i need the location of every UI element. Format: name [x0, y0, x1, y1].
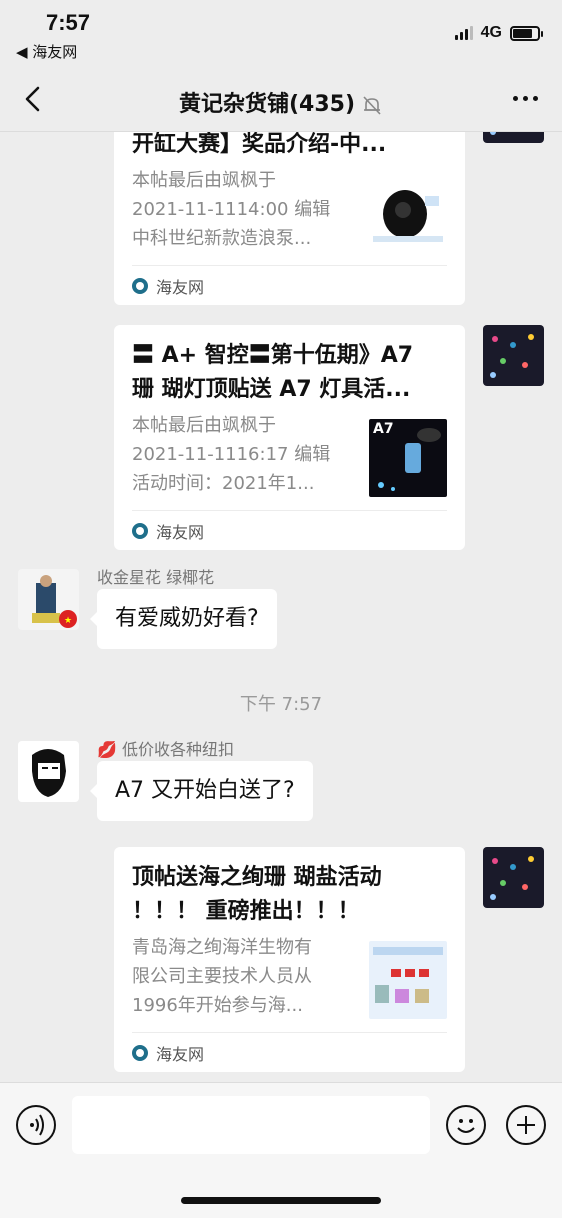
my-avatar[interactable] — [483, 847, 544, 908]
battery-icon — [510, 25, 543, 41]
my-avatar[interactable] — [483, 132, 544, 143]
back-to-app-link[interactable]: ◀ 海友网 — [16, 41, 77, 62]
source-name: 海友网 — [156, 277, 205, 297]
card-title: 开缸大赛】奖品介绍-中... — [132, 132, 387, 157]
signal-icon — [454, 26, 473, 40]
sender-avatar[interactable] — [18, 741, 79, 802]
mute-bell-icon — [363, 96, 381, 115]
status-indicators: 4G — [454, 24, 543, 42]
source-name: 海友网 — [156, 522, 205, 542]
network-type: 4G — [480, 24, 502, 41]
sender-name: 收金星花 绿椰花 — [97, 568, 215, 587]
link-card-message[interactable]: 〓 A+ 智控〓第十伍期》A7 珊 瑚灯顶贴送 A7 灯具活... 本帖最后由飒… — [114, 325, 465, 550]
card-description: 本帖最后由飒枫于 2021-11-1114:00 编辑 中科世纪新款造浪泵... — [132, 170, 331, 249]
emoji-icon[interactable] — [446, 1105, 486, 1145]
add-more-icon[interactable] — [506, 1105, 546, 1145]
link-card-message[interactable]: 开缸大赛】奖品介绍-中... 本帖最后由飒枫于 2021-11-1114:00 … — [114, 132, 465, 305]
a7-lamp-thumbnail: A7 — [369, 419, 447, 497]
message-list[interactable]: 开缸大赛】奖品介绍-中... 本帖最后由飒枫于 2021-11-1114:00 … — [0, 132, 562, 1082]
status-time: 7:57 — [46, 10, 91, 35]
voice-input-icon[interactable] — [16, 1105, 56, 1145]
text-message[interactable]: A7 又开始白送了? — [90, 761, 313, 821]
card-description: 青岛海之绚海洋生物有 限公司主要技术人员从 1996年开始参与海... — [132, 937, 312, 1016]
source-logo-icon — [132, 277, 148, 294]
source-logo-icon — [132, 522, 148, 539]
text-message[interactable]: 有爱威奶好看? — [90, 589, 277, 649]
sender-name: 💋 低价收各种纽扣 — [97, 740, 235, 759]
card-source: 海友网 — [132, 265, 447, 305]
home-indicator[interactable] — [181, 1197, 381, 1204]
card-title: 顶帖送海之绚珊 瑚盐活动 ！！！ 重磅推出！！！ — [132, 865, 382, 924]
chat-header: 黄记杂货铺(435) — [0, 66, 562, 132]
card-description: 本帖最后由飒枫于 2021-11-1116:17 编辑 活动时间：2021年1.… — [132, 415, 331, 494]
pump-thumbnail — [369, 174, 447, 252]
time-separator: 下午 7:57 — [239, 694, 323, 715]
status-bar: 7:57 ◀ 海友网 4G — [0, 0, 562, 66]
card-source: 海友网 — [132, 510, 447, 550]
sender-avatar[interactable]: ★ — [18, 569, 79, 630]
source-logo-icon — [132, 1044, 148, 1061]
more-options-icon[interactable] — [513, 96, 538, 101]
group-name: 黄记杂货铺(435) — [178, 92, 356, 117]
source-name: 海友网 — [156, 1044, 205, 1064]
chat-title: 黄记杂货铺(435) — [0, 86, 562, 118]
card-title: 〓 A+ 智控〓第十伍期》A7 珊 瑚灯顶贴送 A7 灯具活... — [132, 343, 414, 402]
card-source: 海友网 — [132, 1032, 447, 1072]
svg-text:★: ★ — [64, 616, 72, 626]
link-card-message[interactable]: 顶帖送海之绚珊 瑚盐活动 ！！！ 重磅推出！！！ 青岛海之绚海洋生物有 限公司主… — [114, 847, 465, 1072]
message-input[interactable] — [72, 1096, 430, 1154]
my-avatar[interactable] — [483, 325, 544, 386]
coral-salt-thumbnail — [369, 941, 447, 1019]
